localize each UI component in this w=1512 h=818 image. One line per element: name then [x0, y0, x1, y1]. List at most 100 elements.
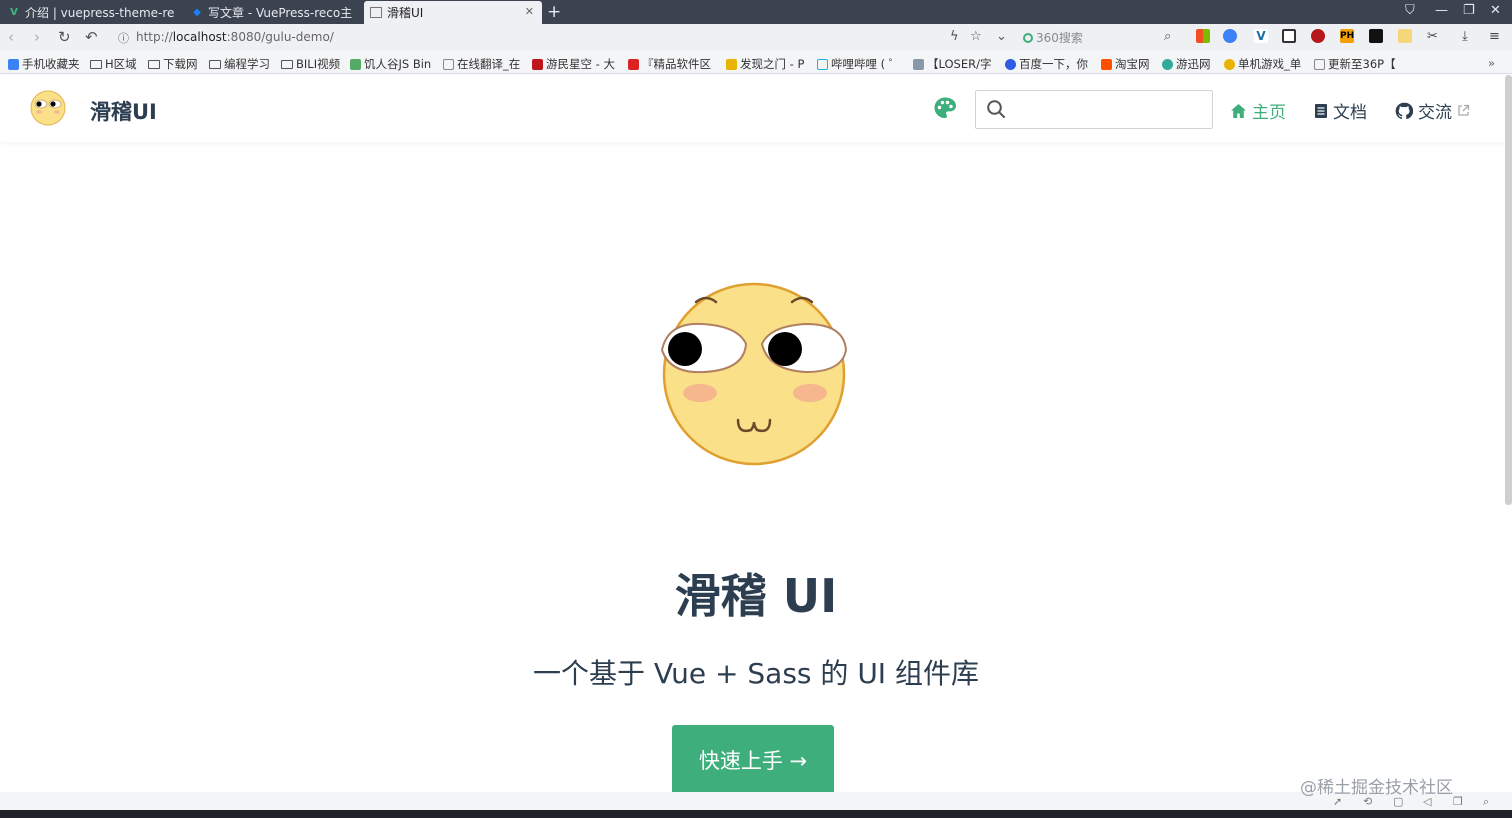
360-icon	[1023, 32, 1033, 43]
nav-link-community[interactable]: 交流	[1395, 98, 1475, 123]
bookmark-item[interactable]: 哔哩哔哩 ( ゜	[817, 56, 900, 72]
bookmark-item[interactable]: 更新至36P【	[1314, 56, 1396, 72]
bookmark-folder[interactable]: 下载网	[148, 56, 198, 72]
bookmark-item[interactable]: 游民星空 - 大	[532, 56, 615, 72]
nav-link-label: 交流	[1418, 103, 1452, 123]
folder-icon	[148, 59, 160, 69]
bookmark-folder[interactable]: 编程学习	[209, 56, 270, 72]
discover-icon	[726, 58, 737, 70]
bookmark-item[interactable]: 单机游戏_单	[1224, 56, 1301, 72]
browser-tab-active[interactable]: 滑稽UI ✕	[364, 1, 542, 24]
gamersky-icon	[532, 58, 543, 70]
download-icon[interactable]: ⤓	[1462, 29, 1476, 44]
bookmarks-bar: 手机收藏夹 H区域 下载网 编程学习 BILI视频 饥人谷JS Bin 在线翻译…	[0, 51, 1512, 74]
logo-icon[interactable]	[30, 90, 66, 126]
new-tab-button[interactable]: +	[547, 1, 561, 23]
baidu-icon	[1005, 58, 1016, 70]
rocket-icon[interactable]: ➚	[1333, 795, 1342, 808]
page-icon	[443, 58, 454, 70]
bookmark-folder[interactable]: H区域	[90, 56, 137, 72]
cut-icon[interactable]: ✂	[1427, 29, 1441, 44]
folder-icon	[90, 59, 102, 69]
window-icon[interactable]: ❐	[1453, 795, 1463, 808]
close-tab-icon[interactable]: ✕	[525, 5, 534, 18]
bookmark-item[interactable]: 饥人谷JS Bin	[350, 56, 431, 72]
zoom-icon[interactable]: ⌕	[1483, 795, 1489, 809]
nav-link-label: 文档	[1333, 103, 1367, 123]
bookmark-folder[interactable]: BILI视频	[281, 56, 340, 72]
hero-image	[660, 282, 848, 466]
juejin-favicon-icon: ◆	[193, 7, 201, 18]
site-navbar: 滑稽UI 主页 文档 交流	[0, 75, 1512, 142]
more-bookmarks-icon[interactable]: »	[1488, 56, 1495, 70]
close-window-icon[interactable]: ✕	[1490, 3, 1501, 18]
ublock-extension-icon[interactable]	[1311, 29, 1325, 43]
url-field[interactable]: http://localhost:8080/gulu-demo/	[136, 30, 334, 44]
get-started-button[interactable]: 快速上手 →	[672, 725, 834, 795]
lightning-icon[interactable]: ϟ	[950, 29, 959, 44]
note-extension-icon[interactable]	[1398, 29, 1412, 43]
bookmark-item[interactable]: 【LOSER/字	[913, 56, 991, 72]
back-icon[interactable]: ‹	[8, 28, 14, 46]
bookmark-item[interactable]: 在线翻译_在	[443, 56, 520, 72]
undo-icon[interactable]: ↶	[85, 28, 98, 46]
page-favicon-icon	[370, 7, 382, 18]
github-icon	[1395, 102, 1413, 119]
tab-title: 滑稽UI	[387, 6, 424, 20]
bookmark-item[interactable]: 『精品软件区	[628, 56, 711, 72]
ph-extension-icon[interactable]: PH	[1340, 29, 1354, 43]
tab-title: 介绍 | vuepress-theme-re	[25, 6, 175, 20]
search-engine-label: 360搜索	[1036, 31, 1083, 45]
bookmark-label: 手机收藏夹	[22, 57, 80, 71]
os-taskbar	[0, 810, 1512, 818]
site-title[interactable]: 滑稽UI	[90, 96, 157, 126]
jsbin-icon	[350, 58, 361, 70]
page-scrollbar[interactable]	[1505, 75, 1512, 505]
info-icon[interactable]: ⓘ	[118, 30, 129, 46]
minimize-icon[interactable]: —	[1435, 3, 1448, 18]
vue-favicon-icon: V	[10, 7, 18, 18]
bookmark-item[interactable]: 游迅网	[1162, 56, 1211, 72]
skin-icon[interactable]: ⛉	[1405, 3, 1415, 18]
nav-link-docs[interactable]: 文档	[1314, 98, 1367, 123]
hero-description: 一个基于 Vue + Sass 的 UI 组件库	[533, 657, 979, 690]
refresh-icon[interactable]: ⟲	[1363, 795, 1372, 808]
taobao-icon	[1101, 58, 1112, 70]
tab-title: 写文章 - VuePress-reco主	[208, 6, 353, 20]
bookmark-label: 【LOSER/字	[927, 57, 992, 71]
bookmark-label: 淘宝网	[1115, 57, 1150, 71]
reload-icon[interactable]: ↻	[58, 28, 71, 46]
magnifier-icon[interactable]: ⌕	[1164, 29, 1171, 44]
maximize-icon[interactable]: ❐	[1463, 3, 1475, 18]
browser-tab[interactable]: V 介绍 | vuepress-theme-re	[2, 1, 177, 24]
bookmark-item[interactable]: 淘宝网	[1101, 56, 1150, 72]
bookmark-extension-icon[interactable]	[1282, 29, 1296, 43]
bookmark-label: 发现之门 - P	[740, 57, 805, 71]
forward-icon[interactable]: ›	[34, 28, 40, 46]
bookmark-label: 游民星空 - 大	[546, 57, 615, 71]
bookmark-item[interactable]: 手机收藏夹	[8, 56, 80, 72]
bilibili-icon	[817, 58, 828, 70]
url-prefix: http://	[136, 30, 173, 44]
search-input[interactable]	[975, 90, 1213, 129]
apps-extension-icon[interactable]	[1196, 29, 1210, 43]
nav-link-home[interactable]: 主页	[1230, 98, 1286, 123]
v-extension-icon[interactable]: V	[1254, 29, 1268, 43]
trash-icon[interactable]: ▢	[1393, 795, 1403, 808]
star-icon[interactable]: ☆	[970, 29, 982, 44]
page-icon	[1314, 58, 1325, 70]
url-host: localhost	[172, 30, 227, 44]
shield-extension-icon[interactable]	[1223, 29, 1237, 43]
url-path: :8080/gulu-demo/	[226, 30, 334, 44]
menu-icon[interactable]: ≡	[1489, 29, 1503, 44]
bookmark-label: 在线翻译_在	[457, 57, 521, 71]
external-link-icon	[1458, 104, 1470, 116]
game-extension-icon[interactable]	[1369, 29, 1383, 43]
bookmark-item[interactable]: 发现之门 - P	[726, 56, 804, 72]
browser-tab[interactable]: ◆ 写文章 - VuePress-reco主	[185, 1, 355, 24]
chevron-down-icon[interactable]: ⌄	[996, 29, 1007, 44]
palette-icon[interactable]	[933, 96, 957, 120]
speaker-icon[interactable]: ◁	[1423, 795, 1431, 808]
bookmark-item[interactable]: 百度一下，你	[1005, 56, 1088, 72]
search-engine-box[interactable]: 360搜索	[1023, 29, 1083, 46]
